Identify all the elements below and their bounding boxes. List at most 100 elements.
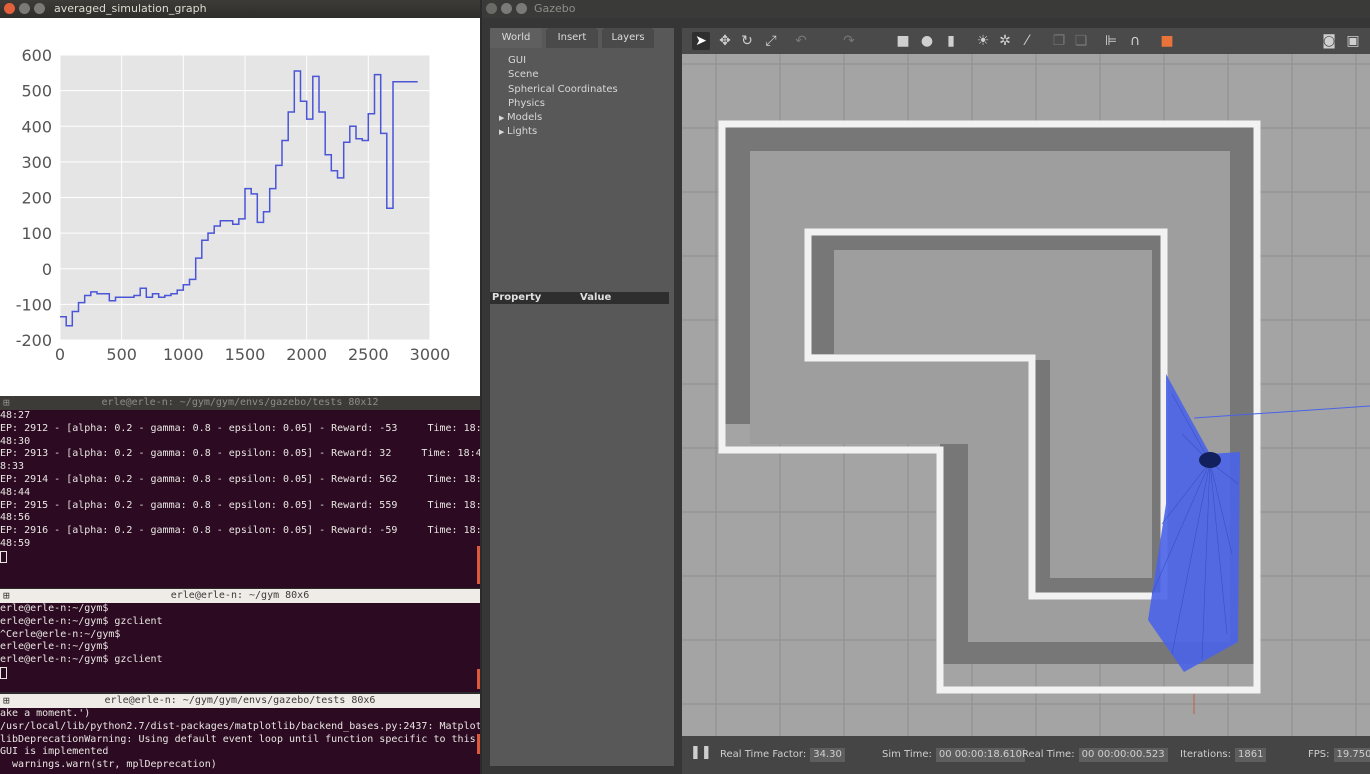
x-tick-label: 2000 bbox=[286, 345, 327, 364]
undo-icon[interactable]: ↶ bbox=[792, 32, 810, 50]
point-light-icon[interactable]: ☀ bbox=[974, 32, 992, 50]
terminal-line: EP: 2915 - [alpha: 0.2 - gamma: 0.8 - ep… bbox=[0, 499, 480, 511]
graph-window: averaged_simulation_graph 0 500 1000 1500 20… bbox=[0, 0, 480, 396]
translate-icon[interactable]: ✥ bbox=[716, 32, 734, 50]
real-time: Real Time: 00 00:00:00.523 bbox=[1022, 748, 1168, 762]
y-tick-label: -200 bbox=[16, 331, 52, 350]
close-button[interactable] bbox=[4, 3, 15, 14]
terminal-scrollbar[interactable] bbox=[477, 734, 480, 754]
terminal-line: ake a moment.') bbox=[0, 708, 91, 719]
scene-toolbar: ➤ ✥ ↻ ⤢ ↶ ↷ ■ ● ▮ ☀ ✲ ⁄ ❐ ❏ ⊫ ∩ ■ ◙ ▣ bbox=[682, 28, 1370, 54]
terminal-gym[interactable]: ⊞ erle@erle-n: ~/gym 80x6 erle@erle-n:~/… bbox=[0, 589, 480, 692]
cylinder-icon[interactable]: ▮ bbox=[942, 32, 960, 50]
terminal-line: EP: 2912 - [alpha: 0.2 - gamma: 0.8 - ep… bbox=[0, 422, 480, 434]
terminal-line: erle@erle-n:~/gym$ bbox=[0, 641, 109, 653]
tree-item-lights[interactable]: ▶ Lights bbox=[499, 125, 618, 139]
fps-value: 19.750 bbox=[1333, 748, 1370, 762]
scene-viewport[interactable]: ➤ ✥ ↻ ⤢ ↶ ↷ ■ ● ▮ ☀ ✲ ⁄ ❐ ❏ ⊫ ∩ ■ ◙ ▣ ❚❚… bbox=[682, 28, 1370, 774]
sim-time-label: Sim Time: bbox=[882, 749, 932, 760]
x-tick-label: 0 bbox=[55, 345, 65, 364]
x-tick-label: 1500 bbox=[225, 345, 266, 364]
terminal-tests-2-output: ake a moment.')/usr/local/lib/python2.7/… bbox=[0, 708, 480, 772]
rotate-icon[interactable]: ↻ bbox=[738, 32, 756, 50]
terminal-tests-2[interactable]: ⊞ erle@erle-n: ~/gym/gym/envs/gazebo/tes… bbox=[0, 694, 480, 774]
tree-item-models-label: Models bbox=[507, 112, 543, 124]
rtf-label: Real Time Factor: bbox=[720, 749, 807, 760]
tab-layers[interactable]: Layers bbox=[602, 28, 654, 48]
align-icon[interactable]: ⊫ bbox=[1102, 32, 1120, 50]
iterations: Iterations: 1861 bbox=[1180, 748, 1267, 762]
minimize-button[interactable] bbox=[19, 3, 30, 14]
x-tick-label: 2500 bbox=[348, 345, 389, 364]
log-icon[interactable]: ▣ bbox=[1344, 32, 1362, 50]
x-tick-label: 3000 bbox=[410, 345, 451, 364]
select-arrow-icon[interactable]: ➤ bbox=[692, 32, 710, 50]
property-column-header: Property bbox=[492, 292, 542, 303]
expand-triangle-icon[interactable]: ▶ bbox=[499, 125, 507, 139]
snap-icon[interactable]: ∩ bbox=[1126, 32, 1144, 50]
terminal-line: GUI is implemented bbox=[0, 746, 109, 758]
tree-item-spherical-coordinates[interactable]: Spherical Coordinates bbox=[508, 83, 618, 97]
scale-icon[interactable]: ⤢ bbox=[762, 32, 780, 50]
tree-item-scene[interactable]: Scene bbox=[508, 68, 618, 82]
real-time-label: Real Time: bbox=[1022, 749, 1075, 760]
terminal-split-icon[interactable]: ⊞ bbox=[3, 694, 10, 708]
screenshot-icon[interactable]: ◙ bbox=[1320, 32, 1338, 50]
property-header: Property Value bbox=[490, 292, 669, 304]
tab-insert[interactable]: Insert bbox=[546, 28, 598, 48]
terminal-line: 48:56 bbox=[0, 512, 31, 524]
terminal-line: 48:44 bbox=[0, 486, 31, 498]
y-tick-label: 200 bbox=[21, 189, 52, 208]
terminal-line: 48:59 bbox=[0, 537, 31, 549]
paste-icon[interactable]: ❏ bbox=[1072, 32, 1090, 50]
view-angle-icon[interactable]: ■ bbox=[1158, 32, 1176, 50]
copy-icon[interactable]: ❐ bbox=[1050, 32, 1068, 50]
terminal-line: EP: 2916 - [alpha: 0.2 - gamma: 0.8 - ep… bbox=[0, 525, 480, 537]
world-panel: World Insert Layers GUI Scene Spherical … bbox=[490, 28, 674, 766]
robot-model bbox=[1199, 452, 1221, 468]
scene-canvas[interactable] bbox=[682, 54, 1370, 736]
y-tick-label: 500 bbox=[21, 82, 52, 101]
expand-triangle-icon[interactable]: ▶ bbox=[499, 111, 507, 125]
real-time-value: 00 00:00:00.523 bbox=[1078, 748, 1168, 762]
real-time-factor: Real Time Factor: 34.30 bbox=[720, 748, 845, 762]
tree-item-gui[interactable]: GUI bbox=[508, 54, 618, 68]
terminal-scrollbar[interactable] bbox=[477, 669, 480, 689]
terminal-tests-2-titlebar: ⊞ erle@erle-n: ~/gym/gym/envs/gazebo/tes… bbox=[0, 694, 480, 708]
tree-item-physics[interactable]: Physics bbox=[508, 97, 618, 111]
iterations-label: Iterations: bbox=[1180, 749, 1231, 760]
terminal-line: warnings.warn(str, mplDeprecation) bbox=[0, 759, 217, 771]
minimize-button[interactable] bbox=[501, 3, 512, 14]
close-button[interactable] bbox=[486, 3, 497, 14]
maximize-button[interactable] bbox=[516, 3, 527, 14]
terminal-tests-titlebar: ⊞ erle@erle-n: ~/gym/gym/envs/gazebo/tes… bbox=[0, 396, 480, 410]
tree-item-models[interactable]: ▶ Models bbox=[499, 111, 618, 125]
terminal-gym-title: erle@erle-n: ~/gym 80x6 bbox=[170, 590, 310, 601]
tree-item-lights-label: Lights bbox=[507, 126, 538, 138]
redo-icon[interactable]: ↷ bbox=[840, 32, 858, 50]
sim-time-value: 00 00:00:18.610 bbox=[935, 748, 1025, 762]
terminal-tests[interactable]: ⊞ erle@erle-n: ~/gym/gym/envs/gazebo/tes… bbox=[0, 396, 480, 588]
y-tick-label: -100 bbox=[16, 295, 52, 314]
y-tick-label: 400 bbox=[21, 117, 52, 136]
box-icon[interactable]: ■ bbox=[894, 32, 912, 50]
value-column-header: Value bbox=[580, 292, 612, 303]
fps: FPS: 19.750 bbox=[1308, 748, 1370, 762]
x-tick-label: 1000 bbox=[163, 345, 204, 364]
terminal-split-icon[interactable]: ⊞ bbox=[3, 396, 10, 410]
terminal-split-icon[interactable]: ⊞ bbox=[3, 589, 10, 603]
terminal-tests-2-title: erle@erle-n: ~/gym/gym/envs/gazebo/tests… bbox=[104, 695, 376, 706]
terminal-scrollbar[interactable] bbox=[477, 546, 480, 584]
tab-world[interactable]: World bbox=[490, 28, 542, 48]
terminal-line: ^Cerle@erle-n:~/gym$ bbox=[0, 628, 121, 640]
text-cursor bbox=[0, 550, 7, 563]
terminal-line: 48:27 bbox=[0, 410, 31, 421]
graph-window-title: averaged_simulation_graph bbox=[54, 2, 207, 15]
pause-icon[interactable]: ❚❚ bbox=[690, 746, 712, 760]
terminal-line: erle@erle-n:~/gym$ gzclient bbox=[0, 654, 163, 666]
sphere-icon[interactable]: ● bbox=[918, 32, 936, 50]
spot-light-icon[interactable]: ✲ bbox=[996, 32, 1014, 50]
maximize-button[interactable] bbox=[34, 3, 45, 14]
sim-time: Sim Time: 00 00:00:18.610 bbox=[882, 748, 1025, 762]
directional-light-icon[interactable]: ⁄ bbox=[1018, 32, 1036, 50]
